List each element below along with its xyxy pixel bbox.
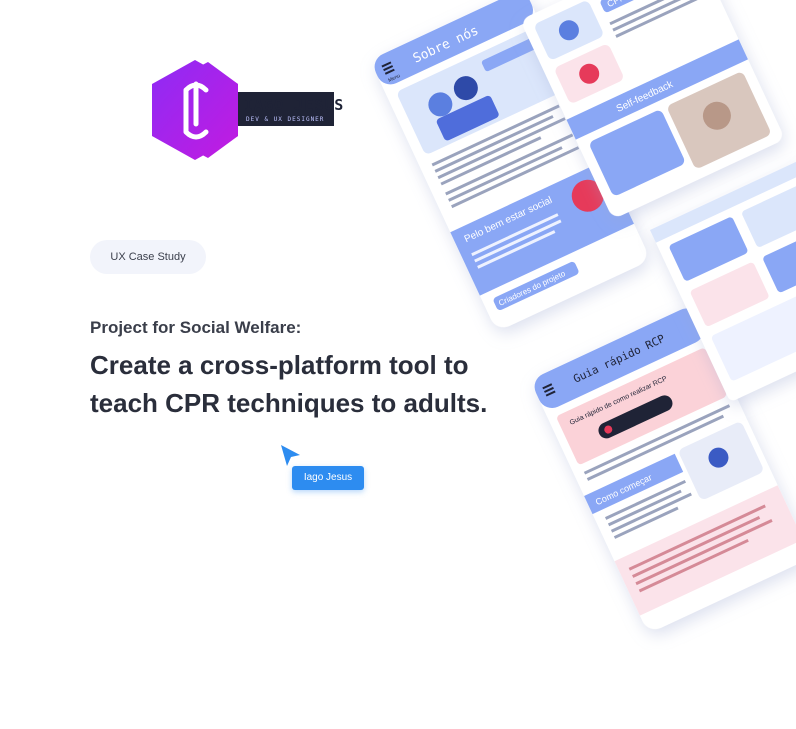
cursor-name-tag: Iago Jesus	[292, 466, 364, 490]
logo-name: IAGO JESUS	[244, 96, 345, 114]
hero-subtitle: Project for Social Welfare:	[90, 318, 302, 337]
logo-tagline: DEV & UX DESIGNER	[246, 116, 325, 123]
case-study-badge: UX Case Study	[90, 240, 206, 274]
app-mockups-collage: Menu Sobre nós Pelo bem estar social Cri…	[374, 0, 796, 630]
pointer-cursor-icon	[281, 445, 300, 466]
